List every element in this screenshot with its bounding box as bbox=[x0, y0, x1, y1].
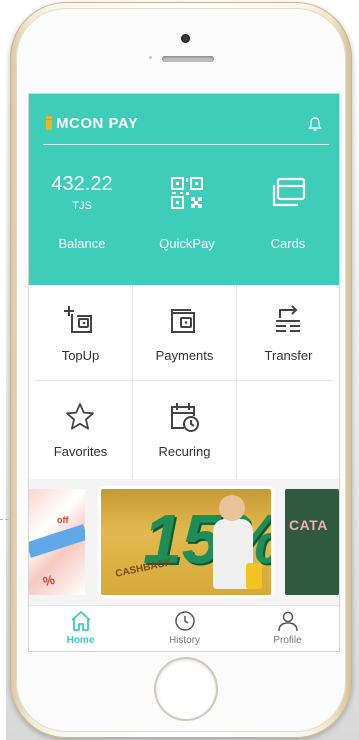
balance-widget[interactable]: 432.22 TJS Balance bbox=[37, 169, 127, 259]
grid-label-transfer: Transfer bbox=[264, 348, 313, 363]
balance-amount: 432.22 bbox=[51, 173, 113, 195]
grid-item-transfer[interactable]: Transfer bbox=[237, 285, 339, 383]
cards-button[interactable]: Cards bbox=[243, 169, 333, 259]
app-logo: MCON PAY bbox=[43, 114, 139, 132]
promo-left-off: off bbox=[57, 515, 69, 525]
header-panel: MCON PAY 432.22 TJS Balance QuickPay Car… bbox=[29, 94, 339, 285]
nav-history[interactable]: History bbox=[133, 606, 236, 651]
cards-icon bbox=[272, 177, 306, 207]
balance-label: Balance bbox=[58, 236, 106, 251]
home-icon bbox=[71, 611, 91, 631]
balance-currency: TJS bbox=[72, 200, 92, 212]
quickpay-label: QuickPay bbox=[159, 236, 215, 251]
front-camera bbox=[181, 34, 190, 43]
grid-item-favorites[interactable]: Favorites bbox=[29, 381, 132, 479]
grid-label-topup: TopUp bbox=[61, 348, 100, 363]
nav-history-label: History bbox=[168, 635, 201, 646]
promo-banner-left[interactable]: off % bbox=[29, 489, 85, 595]
grid-item-payments[interactable]: Payments bbox=[133, 285, 236, 383]
calendar-clock-icon bbox=[171, 403, 199, 432]
star-icon bbox=[66, 403, 94, 430]
qr-code-icon bbox=[171, 177, 203, 209]
nav-profile[interactable]: Profile bbox=[236, 606, 339, 651]
quickpay-button[interactable]: QuickPay bbox=[142, 169, 232, 259]
bottom-navigation: Home History Profile bbox=[29, 605, 339, 651]
nav-home[interactable]: Home bbox=[29, 606, 132, 651]
bell-icon[interactable] bbox=[306, 115, 324, 133]
grid-label-recurring: Recuring bbox=[158, 444, 211, 459]
header-divider bbox=[43, 144, 329, 145]
promo-left-percent: % bbox=[41, 571, 57, 590]
promo-banner-carousel[interactable]: off % 15% CASHBACK CATA bbox=[29, 479, 339, 605]
grid-item-topup[interactable]: TopUp bbox=[29, 285, 132, 383]
wallet-plus-icon bbox=[64, 306, 92, 333]
user-icon bbox=[278, 611, 298, 632]
promo-right-text: CATA bbox=[289, 517, 328, 533]
cards-label: Cards bbox=[270, 236, 306, 251]
nav-profile-label: Profile bbox=[273, 635, 302, 646]
proximity-sensor bbox=[149, 56, 152, 59]
promo-banner-right[interactable]: CATA bbox=[285, 489, 339, 595]
promo-model-head bbox=[219, 495, 245, 521]
grid-item-recurring[interactable]: Recuring bbox=[133, 381, 236, 479]
clock-icon bbox=[175, 611, 195, 631]
earpiece-speaker bbox=[162, 56, 214, 62]
grid-label-payments: Payments bbox=[155, 348, 214, 363]
app-name: MCON PAY bbox=[56, 114, 139, 132]
promo-suitcase bbox=[246, 563, 262, 589]
logo-mark-icon bbox=[43, 116, 55, 130]
nav-home-label: Home bbox=[66, 635, 95, 646]
grid-label-favorites: Favorites bbox=[53, 444, 108, 459]
transfer-icon bbox=[276, 305, 300, 332]
home-hardware-button[interactable] bbox=[156, 659, 216, 719]
promo-banner-cashback[interactable]: 15% CASHBACK bbox=[101, 489, 271, 595]
app-screen: MCON PAY 432.22 TJS Balance QuickPay Car… bbox=[29, 94, 339, 651]
wallet-icon bbox=[171, 309, 195, 333]
